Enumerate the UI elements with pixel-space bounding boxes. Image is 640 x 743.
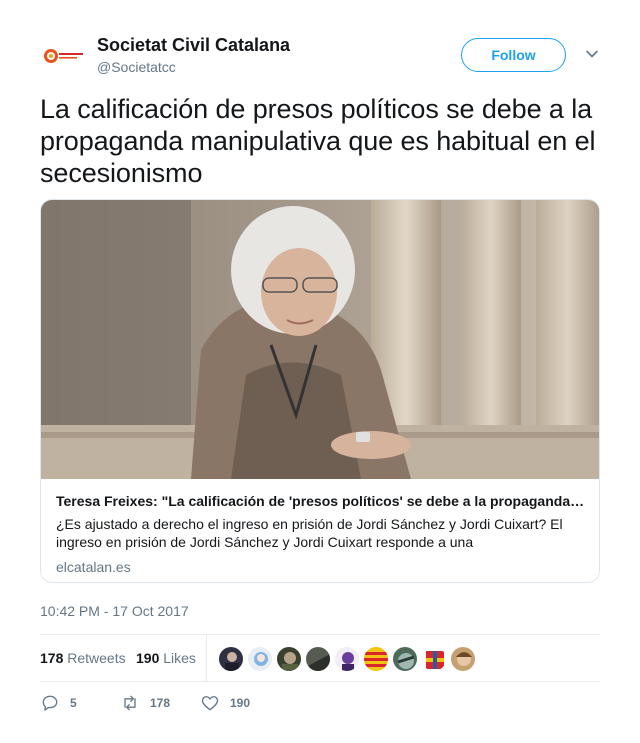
retweets-count: 178 (40, 650, 64, 666)
likes-label: Likes (163, 650, 196, 666)
card-body: Teresa Freixes: "La calificación de 'pre… (56, 492, 586, 576)
likes-count: 190 (136, 650, 160, 666)
tweet-header: Societat Civil Catalana @Societatcc Foll… (40, 34, 600, 80)
like-button[interactable]: 190 (200, 693, 250, 713)
tweet-actions: 5 178 190 (40, 693, 600, 713)
author-info: Societat Civil Catalana @Societatcc (97, 34, 290, 77)
engagement-stats: 178 Retweets 190 Likes (40, 634, 600, 682)
retweet-icon (124, 695, 136, 711)
link-card[interactable]: Teresa Freixes: "La calificación de 'pre… (40, 199, 600, 583)
liker-avatar[interactable] (392, 646, 418, 672)
liker-avatar[interactable] (334, 646, 360, 672)
stats-divider (206, 635, 207, 681)
liker-avatar[interactable] (421, 646, 447, 672)
retweet-count: 178 (150, 696, 171, 710)
reply-count: 5 (70, 696, 77, 710)
liker-avatar[interactable] (363, 646, 389, 672)
liker-avatar[interactable] (450, 646, 476, 672)
tweet-text: La calificación de presos políticos se d… (40, 94, 596, 188)
author-handle[interactable]: @Societatcc (97, 57, 290, 77)
retweet-button[interactable]: 178 (120, 693, 170, 713)
liker-avatar[interactable] (218, 646, 244, 672)
card-image[interactable] (41, 200, 599, 479)
liker-avatar[interactable] (305, 646, 331, 672)
retweets-stat[interactable]: 178 Retweets (40, 650, 126, 666)
author-name[interactable]: Societat Civil Catalana (97, 34, 290, 56)
liker-avatar[interactable] (276, 646, 302, 672)
heart-icon (201, 696, 219, 711)
card-title[interactable]: Teresa Freixes: "La calificación de 'pre… (56, 492, 586, 510)
tweet-timestamp[interactable]: 10:42 PM - 17 Oct 2017 (40, 603, 189, 619)
author-avatar[interactable] (40, 34, 86, 80)
chevron-down-icon[interactable] (584, 46, 600, 62)
like-count: 190 (230, 696, 251, 710)
reply-icon (42, 695, 58, 711)
card-description: ¿Es ajustado a derecho el ingreso en pri… (56, 516, 563, 550)
reply-button[interactable]: 5 (40, 693, 77, 713)
card-domain[interactable]: elcatalan.es (56, 558, 586, 576)
retweets-label: Retweets (67, 650, 126, 666)
liker-avatar[interactable] (247, 646, 273, 672)
follow-button[interactable]: Follow (461, 38, 566, 72)
likes-stat[interactable]: 190 Likes (136, 650, 196, 666)
